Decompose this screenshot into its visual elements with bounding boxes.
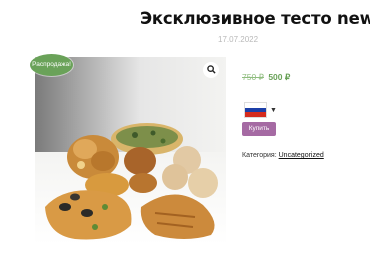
sale-price: 500 ₽ xyxy=(268,72,291,82)
product-title: Эксклюзивное тесто new xyxy=(140,9,370,28)
product-date: 17.07.2022 xyxy=(218,35,259,44)
russia-flag-icon xyxy=(244,102,267,118)
old-price: 750 ₽ xyxy=(242,72,264,82)
product-image[interactable] xyxy=(35,57,226,245)
sale-badge: Распродажа! xyxy=(30,54,73,76)
category-link[interactable]: Uncategorized xyxy=(279,152,324,159)
category-label: Категория: xyxy=(242,152,279,159)
price: 750 ₽ 500 ₽ xyxy=(242,72,290,83)
caret-down-icon: ▼ xyxy=(270,106,277,114)
zoom-button[interactable] xyxy=(203,62,219,78)
buy-button[interactable]: Купить xyxy=(242,122,276,136)
currency-select[interactable]: ▼ xyxy=(244,102,277,118)
magnifier-icon xyxy=(206,61,216,79)
product-category: Категория: Uncategorized xyxy=(242,152,324,159)
